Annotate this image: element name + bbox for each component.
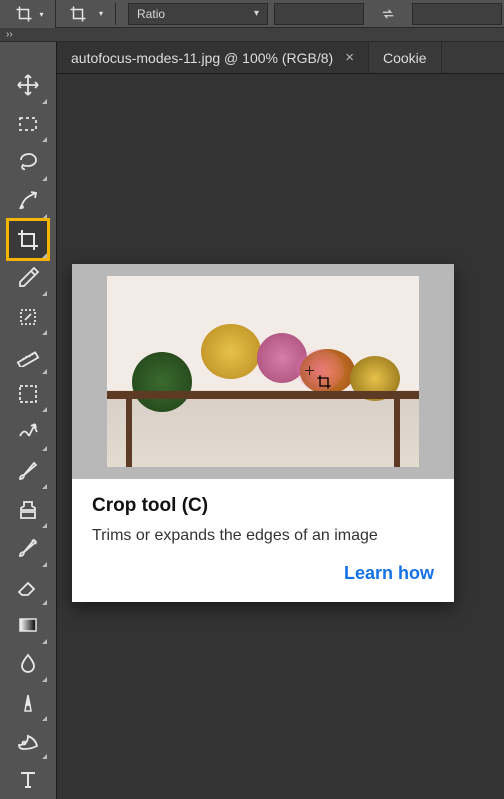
eraser-tool[interactable] — [8, 568, 48, 607]
tab-label: autofocus-modes-11.jpg @ 100% (RGB/8) — [71, 50, 333, 66]
pen-tool[interactable] — [8, 722, 48, 761]
chevron-down-icon[interactable]: ▾ — [99, 9, 103, 18]
tab-label: Cookie — [383, 50, 427, 66]
crop-width-input[interactable] — [274, 3, 364, 25]
eyedropper-tool[interactable] — [8, 259, 48, 298]
collapse-handle[interactable]: ›› — [0, 28, 504, 42]
chevron-down-icon: ▾ — [39, 10, 43, 19]
tool-preset-icon[interactable] — [65, 1, 91, 27]
document-tab[interactable]: Cookie — [369, 42, 442, 73]
lasso-tool[interactable] — [8, 143, 48, 182]
brush-tool[interactable] — [8, 452, 48, 491]
tooltip-body: Crop tool (C) Trims or expands the edges… — [72, 479, 454, 602]
tooltip-preview-scene: ＋ — [107, 276, 419, 467]
swap-dimensions-button[interactable] — [370, 3, 406, 25]
spot-healing-brush-tool[interactable] — [8, 297, 48, 336]
toolbox — [0, 42, 57, 799]
blur-tool[interactable] — [8, 645, 48, 684]
home-indicator[interactable]: ▾ — [0, 0, 56, 28]
gradient-tool[interactable] — [8, 606, 48, 645]
tool-tooltip-card: ＋ Crop tool (C) Trims or expands the edg… — [72, 264, 454, 602]
divider — [115, 3, 116, 25]
crop-preset-dropdown[interactable]: Ratio ▾ — [128, 3, 268, 25]
type-tool[interactable] — [8, 760, 48, 799]
crop-tool[interactable] — [8, 220, 48, 259]
quick-selection-tool[interactable] — [8, 182, 48, 221]
tooltip-title: Crop tool (C) — [92, 495, 434, 517]
chevron-down-icon: ▾ — [254, 8, 259, 19]
crop-preset-label: Ratio — [137, 7, 165, 21]
learn-how-link[interactable]: Learn how — [92, 563, 434, 584]
content-aware-move-tool[interactable] — [8, 413, 48, 452]
close-icon[interactable]: × — [345, 49, 354, 66]
tooltip-preview: ＋ — [72, 264, 454, 479]
crop-cursor-icon: ＋ — [304, 362, 332, 390]
options-bar: ▾ ▾ Ratio ▾ — [0, 0, 504, 28]
tooltip-description: Trims or expands the edges of an image — [92, 527, 434, 545]
measure-tool[interactable] — [8, 336, 48, 375]
crop-icon — [11, 1, 37, 27]
history-brush-tool[interactable] — [8, 529, 48, 568]
document-tab-active[interactable]: autofocus-modes-11.jpg @ 100% (RGB/8) × — [57, 42, 369, 73]
document-tab-bar: autofocus-modes-11.jpg @ 100% (RGB/8) × … — [0, 42, 504, 74]
crop-height-input[interactable] — [412, 3, 502, 25]
move-tool[interactable] — [8, 66, 48, 105]
rectangular-marquee-tool[interactable] — [8, 105, 48, 144]
frame-tool[interactable] — [8, 375, 48, 414]
dodge-tool[interactable] — [8, 683, 48, 722]
clone-stamp-tool[interactable] — [8, 490, 48, 529]
double-chevron-right-icon: ›› — [6, 29, 13, 40]
